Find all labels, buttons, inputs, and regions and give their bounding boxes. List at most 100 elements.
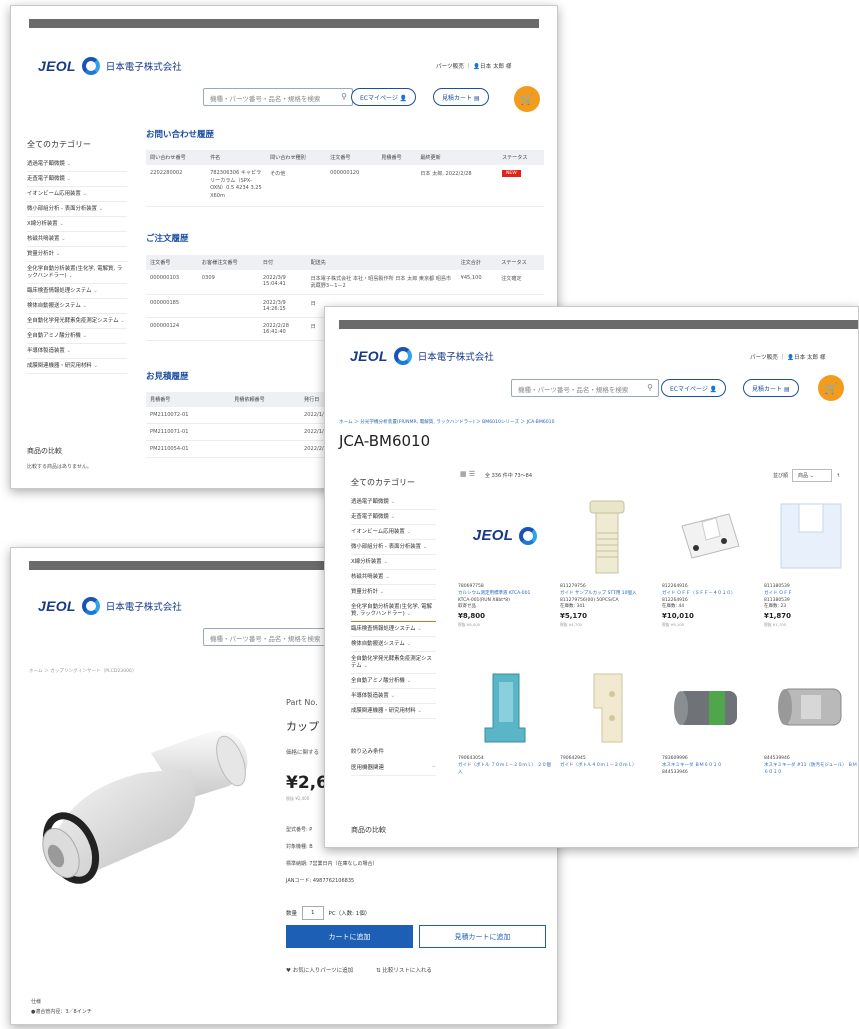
- sidebar-item[interactable]: 全化学自動分析装置(生化学, 電解質, ラックハンドラー): [27, 262, 127, 285]
- sidebar-item[interactable]: 全自動アミノ酸分析機: [351, 674, 436, 690]
- breadcrumb[interactable]: ホーム ＞ カップリングインサート（PLCD23006）: [29, 668, 137, 674]
- order-link[interactable]: 000000124: [146, 317, 198, 341]
- compare-link[interactable]: ⇅ 比較リストに入れる: [376, 966, 432, 974]
- jeol-logo[interactable]: JEOL 日本電子株式会社: [38, 597, 182, 615]
- view-toggle[interactable]: ▦ ☰: [460, 470, 475, 478]
- breadcrumb[interactable]: ホーム ＞ 分光学機分析装置(FR/NMR, 電解質, ラックハンドラー) ＞ …: [339, 419, 555, 425]
- product-card[interactable]: 811279756 ガイド サンプルカップ STT用 10個入 81127975…: [560, 492, 654, 664]
- product-thumbnail[interactable]: [662, 664, 756, 752]
- sidebar-item[interactable]: 半導体製造装置: [351, 689, 436, 705]
- sidebar-item[interactable]: 核磁共鳴装置: [351, 570, 436, 586]
- add-to-quote-button[interactable]: 見積カートに追加: [419, 925, 546, 948]
- user-name[interactable]: 日本 太郎 様: [794, 355, 826, 361]
- product-name-link[interactable]: ガイド（ボトル ７０ｍｌ－２０ｍｌ） ２０個入: [458, 763, 552, 777]
- parts-sales-link[interactable]: パーツ販売: [750, 355, 778, 361]
- order-link[interactable]: 000000185: [146, 294, 198, 318]
- filter-group[interactable]: 医用機器関連 ⌄: [351, 763, 436, 776]
- sidebar-item[interactable]: 検体自動搬送システム: [27, 299, 127, 315]
- search-icon[interactable]: ⚲: [341, 92, 347, 101]
- product-name-link[interactable]: 水スキミキーダ #11（防汚モジュール） ＢＭ６０１０: [764, 763, 858, 777]
- table-row[interactable]: 2202280002 782306306 キャピラリーカラム（SPX-OXN）0…: [146, 165, 544, 207]
- sidebar-item[interactable]: 全化学自動分析装置(生化学, 電解質, ラックハンドラー): [351, 600, 436, 623]
- add-to-cart-button[interactable]: カートに追加: [286, 925, 413, 948]
- sidebar-item[interactable]: 透過電子顕微鏡: [351, 495, 436, 511]
- ec-mypage-button[interactable]: ECマイページ 👤: [351, 88, 417, 106]
- heart-icon: ♥: [286, 968, 291, 974]
- sidebar-item[interactable]: 半導体製造装置: [27, 344, 127, 360]
- product-card[interactable]: 790642945 ガイド（ボトル４０ｍｌ－２０ｍｌ）: [560, 664, 654, 836]
- product-thumbnail[interactable]: [764, 492, 858, 580]
- search-input[interactable]: 機種・パーツ番号・品名・規格を検索 ⚲: [203, 88, 353, 106]
- product-name-link[interactable]: ガイド ＯＦＦ（ＳＦＦ－４０１０）: [662, 591, 756, 598]
- sidebar-item[interactable]: 全自動化学発光酵素免疫測定システム: [27, 314, 127, 330]
- sidebar-item[interactable]: 検体自動搬送システム: [351, 637, 436, 653]
- sidebar-item[interactable]: 走査電子顕微鏡: [27, 172, 127, 188]
- product-name-link[interactable]: 水スキミキーダ ＢＭ６０１０: [662, 763, 756, 770]
- browser-top-bar: [29, 19, 539, 28]
- parts-sales-link[interactable]: パーツ販売: [436, 64, 464, 70]
- sidebar-item[interactable]: 核磁共鳴装置: [27, 232, 127, 248]
- page-title: JCA-BM6010: [339, 432, 431, 450]
- product-thumbnail[interactable]: JEOL: [458, 492, 552, 580]
- quote-link[interactable]: PM2110072-01: [146, 407, 231, 424]
- product-card[interactable]: 783609996 水スキミキーダ ＢＭ６０１０ 844533946: [662, 664, 756, 836]
- sidebar-item[interactable]: 透過電子顕微鏡: [27, 157, 127, 173]
- search-icon[interactable]: ⚲: [647, 383, 653, 392]
- sidebar-item[interactable]: 微小部組分析 - 表面分析装置: [351, 540, 436, 556]
- jeol-logo[interactable]: JEOL 日本電子株式会社: [350, 347, 494, 365]
- sidebar-item[interactable]: 成膜関連機器・研究用材料: [351, 704, 436, 720]
- sort-direction-icon[interactable]: ↑: [836, 473, 840, 479]
- table-row[interactable]: 000000103 0309 2022/3/9 15:04:41 日本電子株式会社…: [146, 270, 544, 295]
- list-view-icon[interactable]: ☰: [469, 470, 475, 478]
- sidebar-item[interactable]: X線分析装置: [27, 217, 127, 233]
- favorite-link[interactable]: ♥ お気に入りパーツに追加: [286, 966, 353, 974]
- sidebar-item[interactable]: 質量分析計: [27, 247, 127, 263]
- grid-view-icon[interactable]: ▦: [460, 470, 467, 478]
- qty-input[interactable]: 1: [302, 906, 324, 920]
- inquiry-subject-link[interactable]: 782306306 キャピラリーカラム（SPX-OXN）0.5 4234 3.2…: [206, 165, 267, 207]
- product-name-link[interactable]: カルシウム測定用標準液 KTCA-001: [458, 591, 552, 598]
- cart-icon[interactable]: 🛒: [514, 86, 540, 112]
- sidebar-item[interactable]: 微小部組分析 - 表面分析装置: [27, 202, 127, 218]
- user-name[interactable]: 日本 太郎 様: [480, 64, 512, 70]
- product-thumbnail[interactable]: [560, 492, 654, 580]
- sidebar-item[interactable]: 走査電子顕微鏡: [351, 510, 436, 526]
- sidebar-item[interactable]: 成膜関連機器・研究用材料: [27, 359, 127, 375]
- sidebar-item[interactable]: 全自動化学発光酵素免疫測定システム: [351, 652, 436, 675]
- product-thumbnail[interactable]: [560, 664, 654, 752]
- sort-select[interactable]: 商品 ⌄: [792, 469, 833, 482]
- jeol-logo[interactable]: JEOL 日本電子株式会社: [38, 57, 182, 75]
- product-name-link[interactable]: ガイド サンプルカップ STT用 10個入: [560, 591, 654, 598]
- quote-icon: ▤: [783, 386, 790, 393]
- product-name-link[interactable]: ガイド（ボトル４０ｍｌ－２０ｍｌ）: [560, 763, 654, 770]
- product-price: ¥10,010: [662, 612, 694, 620]
- cart-icon[interactable]: 🛒: [818, 375, 844, 401]
- sidebar-item[interactable]: イオンビーム応用装置: [351, 525, 436, 541]
- product-card[interactable]: 790643054 ガイド（ボトル ７０ｍｌ－２０ｍｌ） ２０個入: [458, 664, 552, 836]
- sidebar-item[interactable]: 臨床検査情報処理システム: [351, 622, 436, 638]
- product-name: カップ: [286, 720, 319, 733]
- sidebar-item[interactable]: X線分析装置: [351, 555, 436, 571]
- quote-link[interactable]: PM2110071-01: [146, 423, 231, 441]
- quote-cart-button[interactable]: 見積カート ▤: [433, 88, 489, 106]
- quote-cart-button[interactable]: 見積カート ▤: [743, 379, 799, 397]
- quote-link[interactable]: PM2110054-01: [146, 440, 231, 458]
- product-thumbnail[interactable]: [662, 492, 756, 580]
- search-input[interactable]: 機種・パーツ番号・品名・規格を検索 ⚲: [511, 379, 659, 397]
- product-card[interactable]: 811380539 ガイド ＯＦＦ 811380539 在庫数: 23 ¥1,8…: [764, 492, 858, 664]
- order-link[interactable]: 000000103: [146, 270, 198, 295]
- sidebar-item[interactable]: イオンビーム応用装置: [27, 187, 127, 203]
- product-thumbnail[interactable]: [458, 664, 552, 752]
- product-card[interactable]: 844539946 水スキミキーダ #11（防汚モジュール） ＢＭ６０１０: [764, 664, 858, 836]
- qty-label: 数量: [286, 911, 298, 917]
- product-card[interactable]: 812264916 ガイド ＯＦＦ（ＳＦＦ－４０１０） 812264916 在庫…: [662, 492, 756, 664]
- sidebar-item[interactable]: 質量分析計: [351, 585, 436, 601]
- sort-control[interactable]: 並び順 商品 ⌄ ↑: [773, 469, 840, 482]
- sidebar-item[interactable]: 臨床検査情報処理システム: [27, 284, 127, 300]
- company-name: 日本電子株式会社: [105, 602, 182, 613]
- product-card[interactable]: JEOL 780697758 カルシウム測定用標準液 KTCA-001 KTCA…: [458, 492, 552, 664]
- product-name-link[interactable]: ガイド ＯＦＦ: [764, 591, 858, 598]
- product-thumbnail[interactable]: [764, 664, 858, 752]
- ec-mypage-button[interactable]: ECマイページ 👤: [661, 379, 727, 397]
- sidebar-item[interactable]: 全自動アミノ酸分析機: [27, 329, 127, 345]
